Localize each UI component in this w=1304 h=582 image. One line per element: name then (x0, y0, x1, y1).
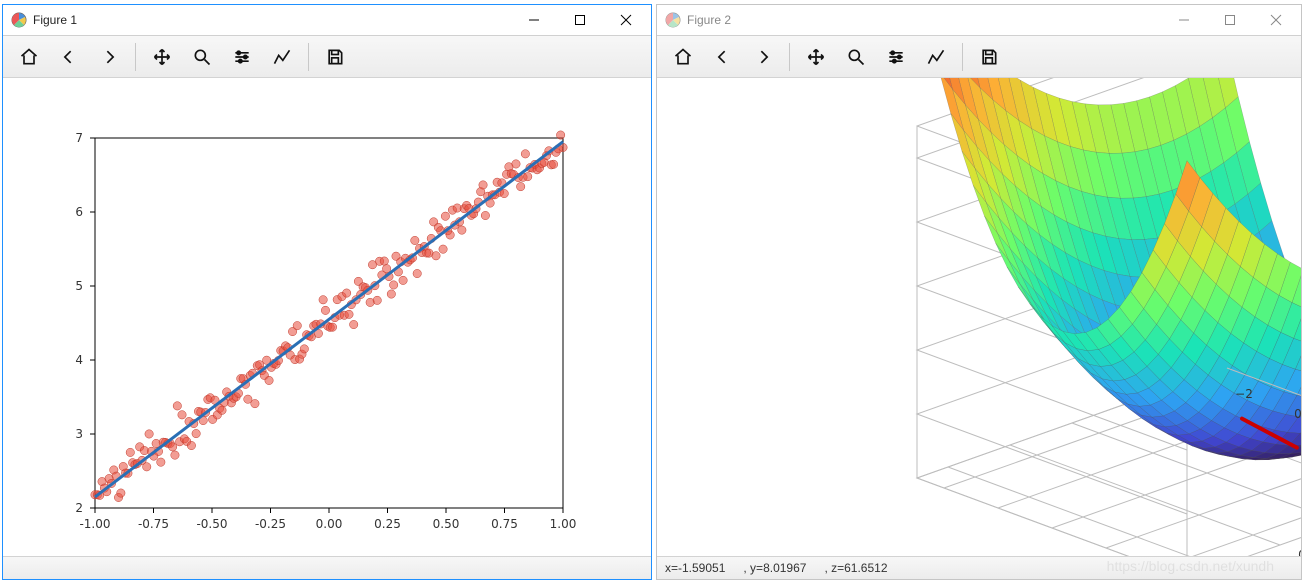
window-title: Figure 2 (687, 13, 731, 27)
svg-text:1.00: 1.00 (550, 517, 577, 531)
figure-window-1: Figure 1 -1.00 -0.75 -0.50 -0.25 0.00 0.25 0.5… (2, 4, 652, 580)
matplotlib-icon (11, 12, 27, 28)
save-icon[interactable] (969, 40, 1009, 74)
svg-text:0.25: 0.25 (374, 517, 401, 531)
svg-text:3: 3 (75, 427, 83, 441)
home-icon[interactable] (663, 40, 703, 74)
svg-text:-0.50: -0.50 (196, 517, 227, 531)
close-button[interactable] (603, 5, 649, 35)
configure-subplots-icon[interactable] (876, 40, 916, 74)
status-x: x=-1.59051 (665, 561, 725, 575)
svg-text:0: 0 (1298, 548, 1301, 556)
svg-text:7: 7 (75, 131, 83, 145)
svg-text:4: 4 (75, 353, 83, 367)
svg-text:0.75: 0.75 (491, 517, 518, 531)
matplotlib-icon (665, 12, 681, 28)
toolbar (657, 36, 1301, 78)
edit-axes-icon[interactable] (916, 40, 956, 74)
svg-text:0.50: 0.50 (433, 517, 460, 531)
zoom-icon[interactable] (836, 40, 876, 74)
titlebar[interactable]: Figure 2 (657, 5, 1301, 36)
minimize-button[interactable] (1161, 5, 1207, 35)
save-icon[interactable] (315, 40, 355, 74)
close-button[interactable] (1253, 5, 1299, 35)
toolbar (3, 36, 651, 78)
back-icon[interactable] (49, 40, 89, 74)
pan-icon[interactable] (796, 40, 836, 74)
figure-window-2: Figure 2 01020304050−20246−20246wb x=-1.… (656, 4, 1302, 580)
svg-text:−2: −2 (1235, 387, 1253, 401)
window-title: Figure 1 (33, 13, 77, 27)
maximize-button[interactable] (557, 5, 603, 35)
svg-text:-0.75: -0.75 (138, 517, 169, 531)
figure-canvas-1[interactable]: -1.00 -0.75 -0.50 -0.25 0.00 0.25 0.50 0.75 1.00… (3, 78, 651, 556)
zoom-icon[interactable] (182, 40, 222, 74)
svg-text:-0.25: -0.25 (255, 517, 286, 531)
statusbar (3, 556, 651, 579)
maximize-button[interactable] (1207, 5, 1253, 35)
svg-text:2: 2 (75, 501, 83, 515)
back-icon[interactable] (703, 40, 743, 74)
forward-icon[interactable] (89, 40, 129, 74)
svg-text:-1.00: -1.00 (79, 517, 110, 531)
svg-text:0: 0 (1294, 407, 1301, 421)
pan-icon[interactable] (142, 40, 182, 74)
figure-canvas-2[interactable]: 01020304050−20246−20246wb (657, 78, 1301, 556)
configure-subplots-icon[interactable] (222, 40, 262, 74)
edit-axes-icon[interactable] (262, 40, 302, 74)
status-y: , y=8.01967 (743, 561, 806, 575)
svg-text:0.00: 0.00 (316, 517, 343, 531)
svg-text:6: 6 (75, 205, 83, 219)
home-icon[interactable] (9, 40, 49, 74)
status-z: , z=61.6512 (824, 561, 887, 575)
svg-text:5: 5 (75, 279, 83, 293)
minimize-button[interactable] (511, 5, 557, 35)
titlebar[interactable]: Figure 1 (3, 5, 651, 36)
forward-icon[interactable] (743, 40, 783, 74)
statusbar: x=-1.59051 , y=8.01967 , z=61.6512 (657, 556, 1301, 579)
